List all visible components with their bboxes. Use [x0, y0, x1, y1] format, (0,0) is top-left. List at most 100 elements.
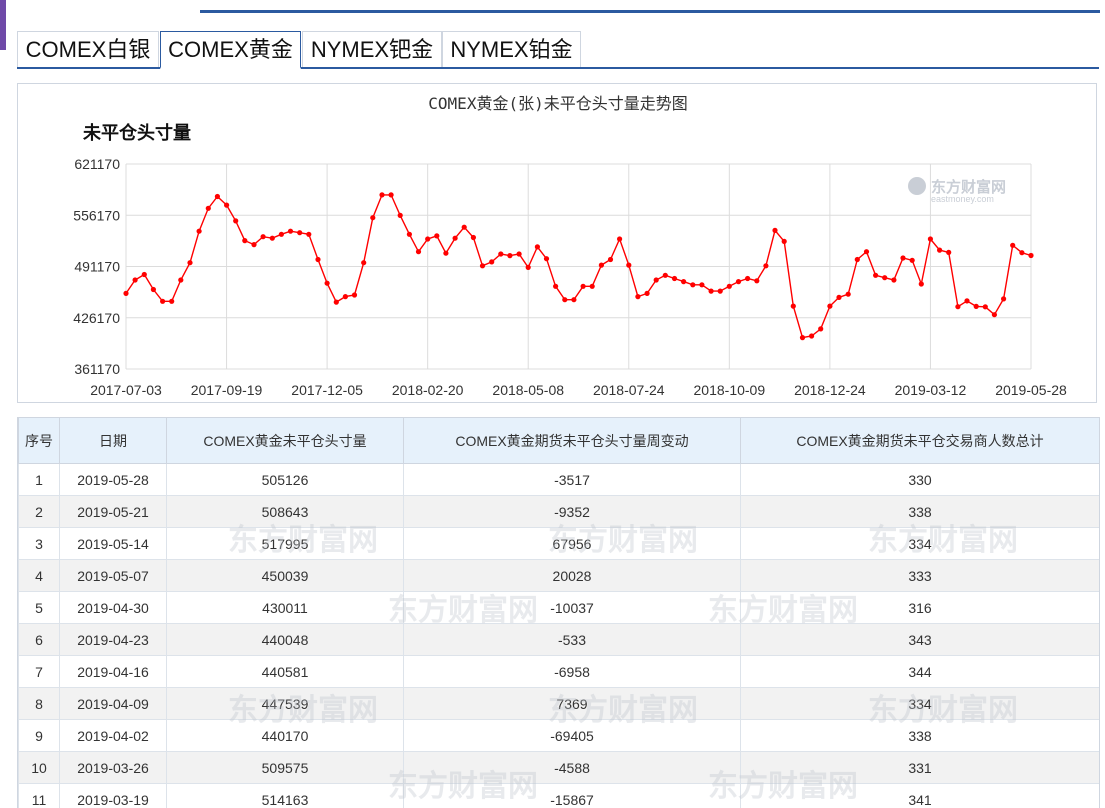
data-point[interactable] — [854, 256, 860, 263]
data-point[interactable] — [187, 260, 193, 266]
data-point[interactable] — [900, 255, 906, 261]
data-point[interactable] — [598, 262, 605, 268]
data-point[interactable] — [699, 282, 705, 288]
tab-nymex-palladium[interactable]: NYMEX钯金 — [302, 31, 442, 67]
data-point[interactable] — [297, 230, 303, 236]
tab-comex-silver[interactable]: COMEX白银 — [17, 31, 159, 67]
col-header-open-interest[interactable]: COMEX黄金未平仓头寸量 — [166, 417, 404, 464]
data-point[interactable] — [909, 257, 915, 263]
tab-comex-gold[interactable]: COMEX黄金 — [160, 31, 301, 69]
data-point[interactable] — [351, 292, 358, 298]
data-point[interactable] — [717, 288, 723, 294]
data-point[interactable] — [799, 335, 806, 341]
data-point[interactable] — [543, 256, 550, 262]
data-point[interactable] — [891, 277, 897, 283]
data-point[interactable] — [434, 233, 440, 239]
tab-nymex-platinum[interactable]: NYMEX铂金 — [442, 31, 581, 67]
data-point[interactable] — [214, 193, 220, 200]
data-point[interactable] — [160, 298, 166, 304]
data-point[interactable] — [415, 249, 422, 255]
data-point[interactable] — [772, 227, 778, 233]
data-point[interactable] — [141, 271, 147, 278]
col-header-date[interactable]: 日期 — [59, 417, 167, 464]
data-point[interactable] — [224, 202, 230, 208]
data-point[interactable] — [873, 272, 879, 278]
data-point[interactable] — [845, 291, 851, 297]
data-point[interactable] — [626, 262, 632, 268]
data-point[interactable] — [955, 304, 961, 310]
data-point[interactable] — [379, 192, 385, 198]
data-point[interactable] — [489, 259, 495, 265]
data-point[interactable] — [790, 303, 796, 309]
data-point[interactable] — [516, 251, 522, 257]
data-point[interactable] — [607, 256, 614, 263]
data-point[interactable] — [553, 283, 559, 289]
data-point[interactable] — [470, 234, 476, 241]
data-point[interactable] — [644, 290, 650, 296]
data-point[interactable] — [735, 279, 742, 285]
data-point[interactable] — [617, 236, 623, 242]
data-point[interactable] — [745, 275, 751, 282]
data-point[interactable] — [580, 283, 586, 289]
data-point[interactable] — [242, 238, 248, 244]
data-point[interactable] — [973, 303, 979, 309]
data-point[interactable] — [662, 272, 668, 278]
data-point[interactable] — [479, 263, 486, 269]
data-point[interactable] — [781, 238, 787, 244]
data-point[interactable] — [525, 264, 531, 270]
data-point[interactable] — [708, 288, 714, 294]
data-point[interactable] — [388, 192, 394, 198]
data-point[interactable] — [836, 294, 842, 300]
data-point[interactable] — [205, 205, 211, 211]
data-point[interactable] — [918, 281, 924, 287]
data-point[interactable] — [690, 282, 696, 288]
data-point[interactable] — [991, 312, 998, 318]
data-point[interactable] — [589, 283, 595, 289]
data-point[interactable] — [150, 286, 156, 293]
data-point[interactable] — [233, 218, 239, 224]
col-header-weekly-change[interactable]: COMEX黄金期货未平仓头寸量周变动 — [403, 417, 741, 464]
data-point[interactable] — [964, 298, 970, 304]
data-point[interactable] — [562, 297, 568, 303]
data-point[interactable] — [425, 236, 431, 242]
data-point[interactable] — [287, 228, 294, 234]
data-point[interactable] — [863, 249, 870, 255]
col-header-trader-count[interactable]: COMEX黄金期货未平仓交易商人数总计 — [740, 417, 1099, 464]
col-header-index[interactable]: 序号 — [18, 417, 60, 464]
data-point[interactable] — [1010, 242, 1016, 248]
data-point[interactable] — [754, 278, 760, 284]
data-point[interactable] — [937, 247, 943, 253]
data-point[interactable] — [196, 228, 202, 234]
data-point[interactable] — [178, 277, 184, 283]
data-point[interactable] — [827, 303, 833, 309]
data-point[interactable] — [763, 263, 769, 269]
data-point[interactable] — [406, 231, 412, 237]
data-point[interactable] — [882, 275, 888, 281]
data-point[interactable] — [315, 256, 321, 263]
data-point[interactable] — [397, 212, 403, 218]
data-point[interactable] — [132, 277, 138, 283]
data-point[interactable] — [946, 249, 952, 255]
data-point[interactable] — [726, 283, 732, 289]
data-point[interactable] — [1001, 296, 1007, 302]
data-point[interactable] — [818, 326, 824, 332]
data-point[interactable] — [269, 235, 275, 241]
data-point[interactable] — [123, 290, 129, 296]
data-point[interactable] — [361, 260, 367, 266]
data-point[interactable] — [653, 277, 659, 283]
data-point[interactable] — [681, 279, 687, 285]
data-point[interactable] — [169, 298, 175, 304]
data-point[interactable] — [671, 275, 678, 282]
data-point[interactable] — [260, 234, 266, 240]
data-point[interactable] — [635, 294, 641, 300]
data-point[interactable] — [927, 236, 934, 242]
data-point[interactable] — [1028, 252, 1034, 259]
data-point[interactable] — [461, 224, 467, 230]
data-point[interactable] — [324, 280, 330, 286]
data-point[interactable] — [251, 242, 257, 248]
data-point[interactable] — [982, 304, 988, 310]
data-point[interactable] — [333, 299, 339, 305]
data-point[interactable] — [498, 251, 504, 257]
data-point[interactable] — [278, 231, 284, 237]
data-point[interactable] — [452, 235, 458, 241]
